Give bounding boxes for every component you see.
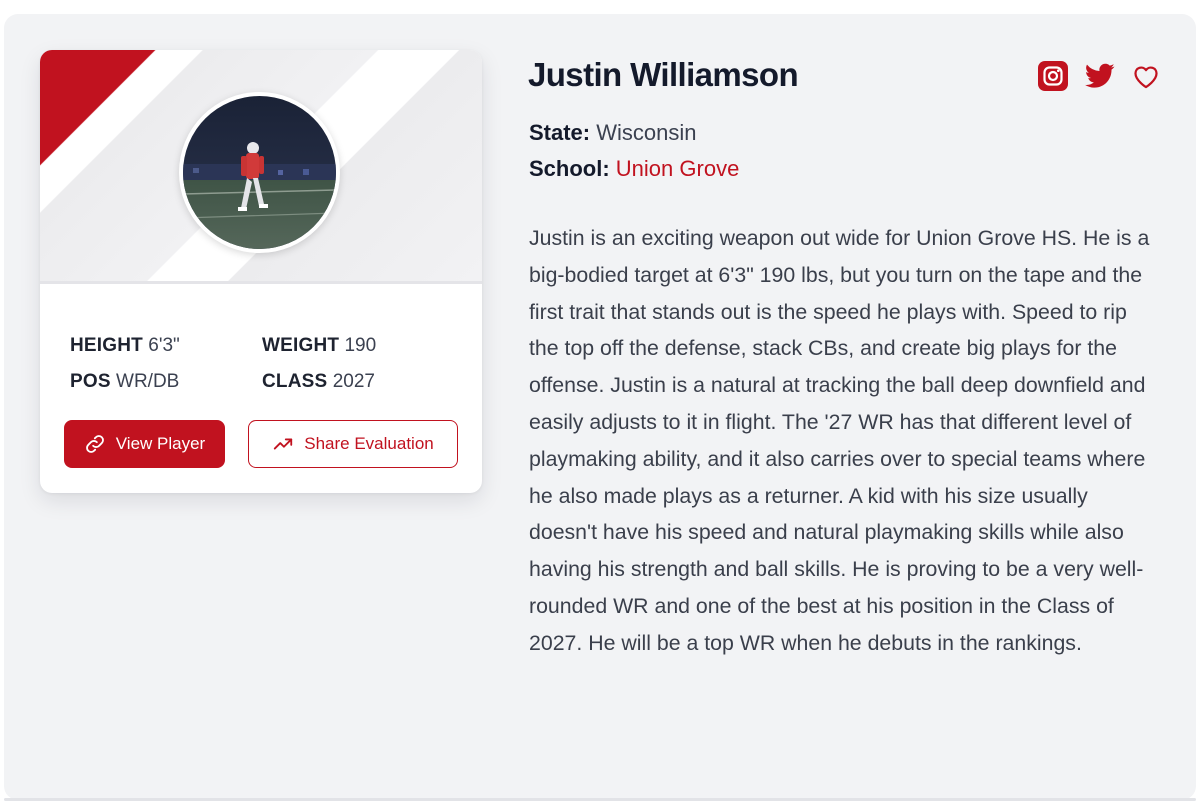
trending-up-icon [274, 438, 293, 450]
stat-value: 2027 [332, 371, 375, 392]
player-school: School: Union Grove [529, 156, 739, 182]
stat-value: 190 [344, 335, 377, 356]
instagram-icon[interactable] [1038, 61, 1068, 91]
stat-weight: WEIGHT 190 [262, 335, 376, 357]
share-evaluation-label: Share Evaluation [304, 434, 434, 453]
card-divider [40, 281, 482, 284]
player-photo [183, 96, 336, 249]
view-player-label: View Player [115, 434, 206, 453]
stat-label: HEIGHT [70, 335, 143, 356]
state-value: Wisconsin [596, 120, 697, 145]
link-icon [85, 435, 104, 453]
player-state: State: Wisconsin [529, 120, 697, 146]
heart-icon[interactable] [1132, 63, 1160, 89]
social-links [1038, 61, 1160, 91]
player-card: HEIGHT 6'3" WEIGHT 190 POS WR/DB CLASS 2… [40, 50, 482, 493]
stat-class: CLASS 2027 [262, 371, 375, 393]
stat-label: WEIGHT [262, 335, 340, 356]
panel-bottom-border [4, 798, 1196, 801]
player-avatar [179, 92, 340, 253]
school-label: School: [529, 156, 610, 181]
share-evaluation-button[interactable]: Share Evaluation [248, 420, 458, 468]
school-link[interactable]: Union Grove [616, 156, 740, 181]
stat-value: WR/DB [116, 371, 180, 392]
stat-label: CLASS [262, 371, 328, 392]
stat-value: 6'3" [148, 335, 180, 356]
player-name: Justin Williamson [528, 56, 799, 93]
view-player-button[interactable]: View Player [64, 420, 225, 468]
player-evaluation-text: Justin is an exciting weapon out wide fo… [529, 226, 1150, 655]
state-label: State: [529, 120, 591, 145]
stat-label: POS [70, 371, 111, 392]
stat-height: HEIGHT 6'3" [70, 335, 180, 357]
twitter-icon[interactable] [1085, 63, 1115, 89]
stat-position: POS WR/DB [70, 371, 179, 393]
